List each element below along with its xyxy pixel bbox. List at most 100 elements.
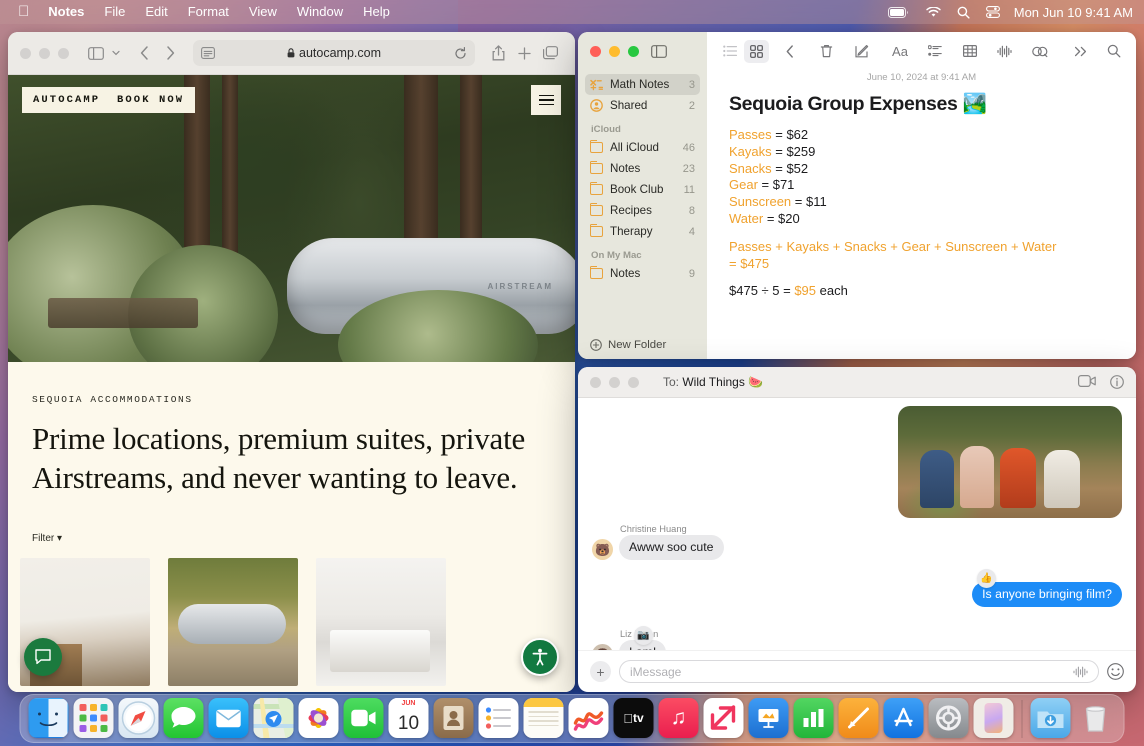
menu-item-notes[interactable]: Notes xyxy=(38,0,94,24)
chevron-down-icon[interactable] xyxy=(109,40,123,66)
sidebar-toggle-icon[interactable] xyxy=(651,45,667,58)
sidebar-item-book-club[interactable]: Book Club11 xyxy=(585,179,700,200)
note-content[interactable]: June 10, 2024 at 9:41 AM Sequoia Group E… xyxy=(707,70,1136,359)
sidebar-item-recipes[interactable]: Recipes8 xyxy=(585,200,700,221)
dock-item-downloads[interactable] xyxy=(1031,698,1071,738)
notes-window[interactable]: Math Notes 3 Shared 2 iCloud All iCloud4… xyxy=(578,32,1136,359)
menu-item-view[interactable]: View xyxy=(239,0,287,24)
message-bubble[interactable]: Is anyone bringing film? xyxy=(972,582,1122,607)
dock-item-app-store[interactable] xyxy=(884,698,924,738)
dock-item-launchpad[interactable] xyxy=(74,698,114,738)
back-chevron-icon[interactable] xyxy=(777,40,802,63)
dock-item-news[interactable] xyxy=(704,698,744,738)
trash-icon[interactable] xyxy=(814,40,839,63)
sidebar-item-math-notes[interactable]: Math Notes 3 xyxy=(585,74,700,95)
compose-icon[interactable] xyxy=(849,40,874,63)
facetime-video-icon[interactable] xyxy=(1078,375,1096,389)
avatar[interactable]: 👩 xyxy=(592,644,613,650)
menu-item-edit[interactable]: Edit xyxy=(135,0,177,24)
dock-item-finder[interactable] xyxy=(29,698,69,738)
dock[interactable]: JUN 10 tv ♫ xyxy=(20,694,1125,743)
recipient-name[interactable]: Wild Things 🍉 xyxy=(682,375,763,389)
menu-item-format[interactable]: Format xyxy=(178,0,239,24)
checklist-icon[interactable] xyxy=(922,40,947,63)
tapback-reaction[interactable]: 👍 xyxy=(977,569,996,588)
dock-item-safari[interactable] xyxy=(119,698,159,738)
dock-item-facetime[interactable] xyxy=(344,698,384,738)
dock-item-keynote[interactable] xyxy=(749,698,789,738)
search-icon[interactable] xyxy=(1101,40,1126,63)
dock-item-notes[interactable] xyxy=(524,698,564,738)
format-aa-icon[interactable]: Aa xyxy=(886,40,914,63)
message-thread[interactable]: Christine Huang 🐻 Awww soo cute 👍 Is any… xyxy=(578,398,1136,650)
address-bar[interactable]: autocamp.com xyxy=(193,40,475,66)
search-icon[interactable] xyxy=(949,6,978,19)
info-circle-icon[interactable] xyxy=(1110,375,1124,389)
new-tab-plus-icon[interactable] xyxy=(511,40,537,66)
dock-item-trash[interactable] xyxy=(1076,698,1116,738)
dock-item-maps[interactable] xyxy=(254,698,294,738)
safari-window[interactable]: autocamp.com xyxy=(8,32,575,692)
emoji-picker-icon[interactable] xyxy=(1107,663,1124,680)
window-traffic-lights[interactable] xyxy=(20,48,69,59)
reader-view-icon[interactable] xyxy=(201,47,215,59)
apple-logo-icon[interactable]:  xyxy=(9,0,38,24)
avatar[interactable]: 🐻 xyxy=(592,539,613,560)
back-chevron-icon[interactable] xyxy=(131,40,157,66)
sidebar-item-notes[interactable]: Notes23 xyxy=(585,158,700,179)
menu-item-file[interactable]: File xyxy=(94,0,135,24)
dock-item-system-settings[interactable] xyxy=(929,698,969,738)
dock-item-contacts[interactable] xyxy=(434,698,474,738)
sidebar-item-all-icloud[interactable]: All iCloud46 xyxy=(585,137,700,158)
new-folder-button[interactable]: New Folder xyxy=(578,331,707,359)
window-traffic-lights[interactable] xyxy=(590,46,639,57)
menu-item-window[interactable]: Window xyxy=(287,0,353,24)
dock-item-pages[interactable] xyxy=(839,698,879,738)
wifi-icon[interactable] xyxy=(918,7,949,18)
dock-item-reminders[interactable] xyxy=(479,698,519,738)
filter-link[interactable]: Filter ▾ xyxy=(32,533,551,544)
more-chevrons-icon[interactable] xyxy=(1068,40,1093,63)
sidebar-item-shared[interactable]: Shared 2 xyxy=(585,95,700,116)
attachment-photo[interactable] xyxy=(898,406,1122,518)
sidebar-item-on-my-mac-notes[interactable]: Notes9 xyxy=(585,263,700,284)
tapback-reaction[interactable]: 📷 xyxy=(634,626,653,645)
window-traffic-lights[interactable] xyxy=(590,377,639,388)
dock-item-messages[interactable] xyxy=(164,698,204,738)
dock-item-stocks[interactable] xyxy=(569,698,609,738)
property-card[interactable] xyxy=(316,558,446,686)
audio-waveform-icon[interactable] xyxy=(992,40,1017,63)
site-logo[interactable]: AUTOCAMP xyxy=(22,87,111,113)
property-card[interactable] xyxy=(168,558,298,686)
chat-bubble-icon[interactable] xyxy=(24,638,62,676)
dock-item-mail[interactable] xyxy=(209,698,249,738)
add-attachment-button[interactable]: + xyxy=(590,661,611,682)
sidebar-item-therapy[interactable]: Therapy4 xyxy=(585,221,700,242)
tab-overview-icon[interactable] xyxy=(537,40,563,66)
list-view-icon[interactable] xyxy=(717,40,742,63)
message-bubble[interactable]: Awww soo cute xyxy=(619,535,724,560)
dock-item-music[interactable]: ♫ xyxy=(659,698,699,738)
share-icon[interactable] xyxy=(485,40,511,66)
battery-icon[interactable] xyxy=(880,7,918,18)
dock-item-calendar[interactable]: JUN 10 xyxy=(389,698,429,738)
menu-item-help[interactable]: Help xyxy=(353,0,400,24)
grid-view-icon[interactable] xyxy=(744,40,769,63)
dock-item-iphone-mirroring[interactable] xyxy=(974,698,1014,738)
dock-item-numbers[interactable] xyxy=(794,698,834,738)
table-icon[interactable] xyxy=(957,40,982,63)
book-now-button[interactable]: BOOK NOW xyxy=(106,87,195,113)
audio-waveform-icon[interactable] xyxy=(1073,666,1088,678)
control-center-icon[interactable] xyxy=(978,6,1008,18)
forward-chevron-icon[interactable] xyxy=(157,40,183,66)
imessage-input[interactable]: iMessage xyxy=(619,660,1099,683)
markup-icon[interactable] xyxy=(1027,40,1052,63)
dock-item-tv[interactable]: tv xyxy=(614,698,654,738)
messages-window[interactable]: To: Wild Things 🍉 Christine Huang 🐻 Awww… xyxy=(578,367,1136,692)
hamburger-menu-icon[interactable] xyxy=(531,85,561,115)
menubar-clock[interactable]: Mon Jun 10 9:41 AM xyxy=(1008,5,1133,20)
accessibility-icon[interactable] xyxy=(521,638,559,676)
sidebar-icon[interactable] xyxy=(83,40,109,66)
dock-item-photos[interactable] xyxy=(299,698,339,738)
reload-icon[interactable] xyxy=(454,47,467,60)
